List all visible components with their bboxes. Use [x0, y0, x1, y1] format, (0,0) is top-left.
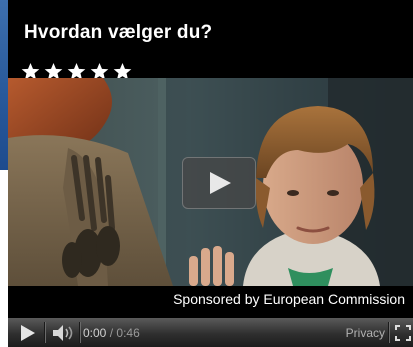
sponsor-text: Sponsored by European Commission [173, 291, 405, 307]
sponsor-bar: Sponsored by European Commission [8, 286, 413, 314]
time-display: 0:00 / 0:46 [83, 326, 140, 340]
volume-icon [53, 325, 73, 341]
fullscreen-button[interactable] [392, 318, 413, 347]
fullscreen-icon [395, 325, 411, 341]
player-controls: 0:00 / 0:46 Privacy [8, 318, 413, 347]
play-button[interactable] [182, 157, 256, 209]
video-player[interactable]: Hvordan vælger du? Sponsored by European… [8, 0, 413, 347]
time-separator: / [109, 326, 114, 340]
play-control-button[interactable] [12, 318, 42, 347]
volume-button[interactable] [48, 318, 78, 347]
privacy-link[interactable]: Privacy [346, 326, 385, 340]
video-title: Hvordan vælger du? [24, 22, 213, 43]
play-icon [210, 172, 231, 194]
divider [44, 322, 46, 343]
divider [388, 322, 390, 343]
play-icon [21, 325, 35, 341]
duration: 0:46 [116, 326, 140, 340]
current-time: 0:00 [83, 326, 107, 340]
page-edge [0, 0, 8, 170]
divider [79, 322, 81, 343]
